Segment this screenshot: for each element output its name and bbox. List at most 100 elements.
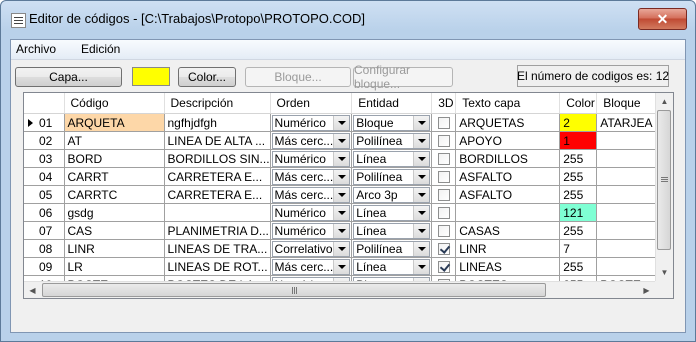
3d-checkbox[interactable] <box>437 188 450 201</box>
title-bar[interactable]: Editor de códigos - [C:\Trabajos\Protopo… <box>1 1 695 39</box>
vertical-scrollbar[interactable]: ▲ ▼ <box>655 93 673 281</box>
cell-texto-capa[interactable]: ARQUETAS <box>455 113 561 132</box>
cell-bloque[interactable] <box>596 221 662 240</box>
cell-descripcion[interactable]: LINEAS DE ROT... <box>164 257 271 276</box>
cell-entidad-select[interactable]: Arco 3p <box>353 186 431 203</box>
cell-bloque[interactable] <box>596 257 662 276</box>
cell-bloque[interactable] <box>596 131 662 150</box>
cell-descripcion[interactable]: CARRETERA E... <box>164 167 271 186</box>
chevron-down-icon[interactable] <box>333 223 350 238</box>
table-row[interactable]: 07 CAS PLANIMETRIA D... Numérico Línea CASAS 2… <box>24 221 662 240</box>
cell-descripcion[interactable]: LINEA DE ALTA ... <box>164 131 271 150</box>
col-header-codigo[interactable]: Código <box>64 93 165 114</box>
cell-color[interactable]: 255 <box>559 257 598 276</box>
table-row[interactable]: 04 CARRT CARRETERA E... Más cerc... Polilíne… <box>24 167 662 186</box>
scroll-left-icon[interactable]: ◀ <box>24 282 41 298</box>
row-header[interactable]: 04 <box>24 167 65 186</box>
cell-orden-select[interactable]: Numérico <box>271 114 351 131</box>
3d-checkbox[interactable] <box>437 152 450 165</box>
vertical-scroll-thumb[interactable] <box>657 110 671 250</box>
cell-texto-capa[interactable]: LINEAS <box>455 257 561 276</box>
cell-entidad-select[interactable]: Línea <box>353 222 431 239</box>
chevron-down-icon[interactable] <box>413 169 430 184</box>
3d-checkbox[interactable] <box>437 134 450 147</box>
cell-color[interactable]: 255 <box>559 185 598 204</box>
cell-3d[interactable] <box>431 239 457 258</box>
cell-entidad[interactable]: Línea <box>351 203 433 222</box>
cell-texto-capa[interactable]: LINR <box>455 239 561 258</box>
cell-entidad-select[interactable]: Polilínea <box>353 168 431 185</box>
cell-codigo[interactable]: AT <box>64 131 165 150</box>
close-button[interactable]: ✕ <box>638 8 687 30</box>
cell-texto-capa[interactable]: CASAS <box>455 221 561 240</box>
cell-3d[interactable] <box>431 131 457 150</box>
cell-orden-select[interactable]: Más cerc... <box>271 186 351 203</box>
table-row[interactable]: 01 ARQUETA ngfhjdfgh Numérico Bloque ARQUETAS… <box>24 113 662 132</box>
chevron-down-icon[interactable] <box>413 205 430 220</box>
chevron-down-icon[interactable] <box>333 151 350 166</box>
cell-entidad-select[interactable]: Línea <box>353 150 431 167</box>
cell-bloque[interactable] <box>596 185 662 204</box>
scroll-down-icon[interactable]: ▼ <box>656 264 673 281</box>
cell-orden[interactable]: Numérico <box>270 113 353 132</box>
cell-entidad[interactable]: Línea <box>351 149 433 168</box>
cell-descripcion[interactable]: ngfhjdfgh <box>164 113 271 132</box>
chevron-down-icon[interactable] <box>333 169 350 184</box>
cell-entidad-select[interactable]: Bloque <box>353 114 431 131</box>
col-header-3d[interactable]: 3D <box>431 93 457 114</box>
cell-entidad[interactable]: Polilínea <box>351 167 433 186</box>
cell-codigo[interactable]: BORD <box>64 149 165 168</box>
cell-descripcion[interactable] <box>164 203 271 222</box>
cell-orden-select[interactable]: Numérico <box>271 222 351 239</box>
table-row[interactable]: 02 AT LINEA DE ALTA ... Más cerc... Polilíne… <box>24 131 662 150</box>
cell-codigo[interactable]: CAS <box>64 221 165 240</box>
cell-codigo[interactable]: ARQUETA <box>64 113 165 132</box>
cell-codigo[interactable]: CARRTC <box>64 185 165 204</box>
horizontal-scrollbar[interactable]: ◀ ▶ <box>24 281 655 298</box>
row-header[interactable]: 05 <box>24 185 65 204</box>
bloque-button[interactable]: Bloque... <box>245 67 351 87</box>
cell-descripcion[interactable]: CARRETERA E... <box>164 185 271 204</box>
table-row[interactable]: 08 LINR LINEAS DE TRA... Correlativo Polilín… <box>24 239 662 258</box>
chevron-down-icon[interactable] <box>413 115 430 130</box>
chevron-down-icon[interactable] <box>333 187 350 202</box>
cell-descripcion[interactable]: BORDILLOS SIN... <box>164 149 271 168</box>
menu-archivo[interactable]: Archivo <box>16 42 56 56</box>
chevron-down-icon[interactable] <box>413 187 430 202</box>
chevron-down-icon[interactable] <box>413 133 430 148</box>
col-header-descripcion[interactable]: Descripción <box>164 93 271 114</box>
cell-orden[interactable]: Numérico <box>270 203 353 222</box>
3d-checkbox[interactable] <box>437 206 450 219</box>
chevron-down-icon[interactable] <box>413 151 430 166</box>
chevron-down-icon[interactable] <box>413 259 430 274</box>
cell-entidad-select[interactable]: Polilínea <box>353 132 431 149</box>
row-header[interactable]: 09 <box>24 257 65 276</box>
cell-3d[interactable] <box>431 167 457 186</box>
configurar-bloque-button[interactable]: Configurar bloque... <box>353 63 453 91</box>
cell-3d[interactable] <box>431 113 457 132</box>
cell-orden[interactable]: Más cerc... <box>270 185 353 204</box>
cell-codigo[interactable]: LINR <box>64 239 165 258</box>
cell-orden-select[interactable]: Numérico <box>271 204 351 221</box>
codes-grid[interactable]: Código Descripción Orden Entidad 3D Text… <box>23 92 674 299</box>
cell-3d[interactable] <box>431 203 457 222</box>
cell-bloque[interactable] <box>596 167 662 186</box>
3d-checkbox[interactable] <box>437 170 450 183</box>
cell-texto-capa[interactable]: APOYO <box>455 131 561 150</box>
cell-texto-capa[interactable]: ASFALTO <box>455 185 561 204</box>
col-header-entidad[interactable]: Entidad <box>351 93 433 114</box>
cell-3d[interactable] <box>431 221 457 240</box>
table-row[interactable]: 09 LR LINEAS DE ROT... Más cerc... Línea LINE… <box>24 257 662 276</box>
3d-checkbox[interactable] <box>437 260 450 273</box>
col-header-bloque[interactable]: Bloque <box>596 93 662 114</box>
cell-color[interactable]: 121 <box>559 203 598 222</box>
cell-bloque[interactable] <box>596 149 662 168</box>
chevron-down-icon[interactable] <box>333 115 350 130</box>
cell-entidad[interactable]: Bloque <box>351 113 433 132</box>
cell-codigo[interactable]: gsdg <box>64 203 165 222</box>
chevron-down-icon[interactable] <box>333 205 350 220</box>
scroll-right-icon[interactable]: ▶ <box>638 282 655 298</box>
cell-color[interactable]: 255 <box>559 221 598 240</box>
cell-color[interactable]: 1 <box>559 131 598 150</box>
cell-descripcion[interactable]: LINEAS DE TRA... <box>164 239 271 258</box>
